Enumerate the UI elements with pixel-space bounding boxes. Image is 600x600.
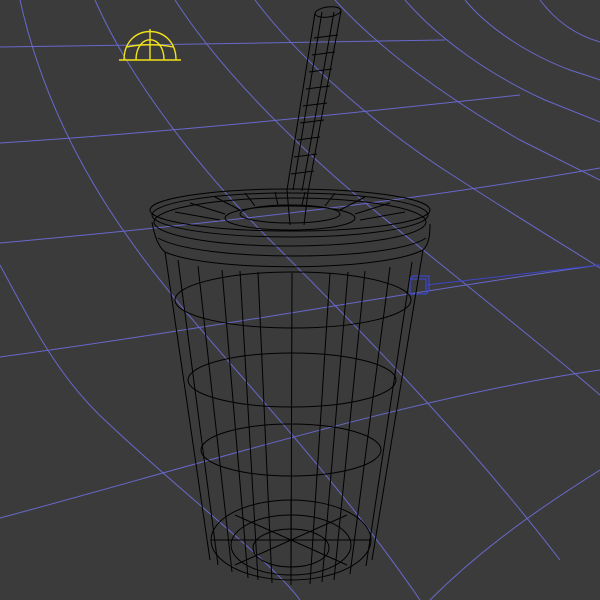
3d-viewport[interactable] [0,0,600,600]
viewport-background [0,0,600,600]
viewport-canvas[interactable] [0,0,600,600]
